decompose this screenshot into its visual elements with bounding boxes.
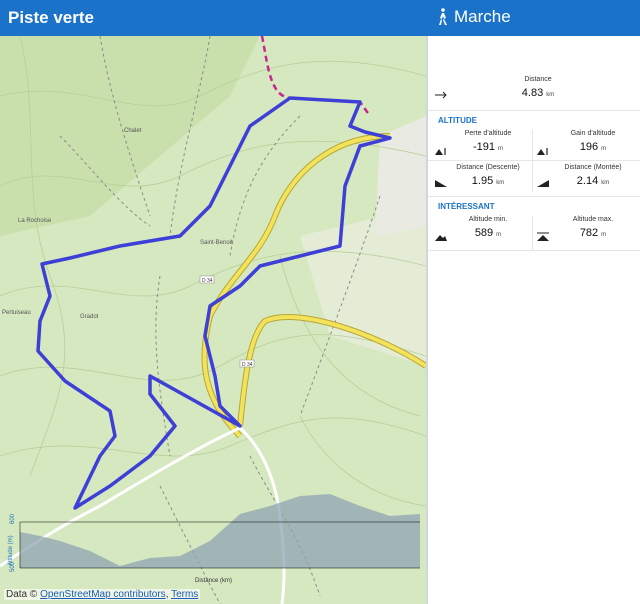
activity-type[interactable]: Marche (436, 7, 511, 27)
place-label: Pertuiseau (2, 310, 31, 316)
altitude-axis-label: Altitude (m) (8, 535, 14, 566)
map-attribution: Data © OpenStreetMap contributors, Terms (4, 589, 201, 600)
arrow-right-icon (435, 91, 447, 99)
descent-distance-stat: Distance (Descente) 1.95 km (456, 164, 520, 187)
altitude-max-icon (537, 232, 549, 241)
road-label: D 34 (242, 362, 253, 368)
place-label: La Rochoise (18, 218, 52, 224)
terms-link[interactable]: Terms (171, 589, 198, 600)
forest-area (0, 36, 260, 236)
altitude-section-title: ALTITUDE (438, 116, 477, 125)
altitude-tick: 500 (10, 561, 16, 572)
ascent-distance-stat: Distance (Montée) 2.14 km (564, 164, 622, 187)
place-label: Saint-Benoit (200, 240, 233, 246)
activity-label: Marche (454, 7, 511, 26)
distance-axis-label: Distance (km) (195, 578, 232, 584)
walking-icon (439, 8, 447, 25)
map-canvas[interactable]: Chalet La Rochoise Gradot Saint-Benoit P… (0, 36, 426, 604)
distance-stat: Distance 4.83 km (521, 76, 555, 99)
place-label: Chalet (124, 128, 142, 134)
altitude-loss-stat: Perte d'altitude -191 m (464, 130, 512, 153)
map-view[interactable]: Chalet La Rochoise Gradot Saint-Benoit P… (0, 36, 426, 604)
descent-icon (435, 148, 446, 155)
altitude-max-stat: Altitude max. 782 m (572, 216, 614, 239)
interesting-section-title: INTÉRESSANT (438, 202, 495, 211)
trail-title: Piste verte (8, 8, 94, 27)
osm-link[interactable]: OpenStreetMap contributors (40, 589, 166, 600)
ascent-icon (537, 148, 548, 155)
altitude-tick: 600 (10, 513, 16, 524)
app-header: Piste verte Marche (0, 0, 640, 36)
altitude-min-stat: Altitude min. 589 m (468, 216, 508, 239)
altitude-gain-stat: Gain d'altitude 196 m (570, 130, 616, 153)
road-label: D 34 (202, 278, 213, 284)
place-label: Gradot (80, 314, 99, 320)
clearing-area (300, 206, 426, 366)
slope-down-icon (435, 180, 447, 187)
altitude-min-icon (435, 235, 447, 241)
boundary-line (260, 36, 372, 117)
stats-panel: Distance 4.83 km ALTITUDE Perte d'altitud… (428, 36, 640, 604)
slope-up-icon (537, 180, 549, 187)
